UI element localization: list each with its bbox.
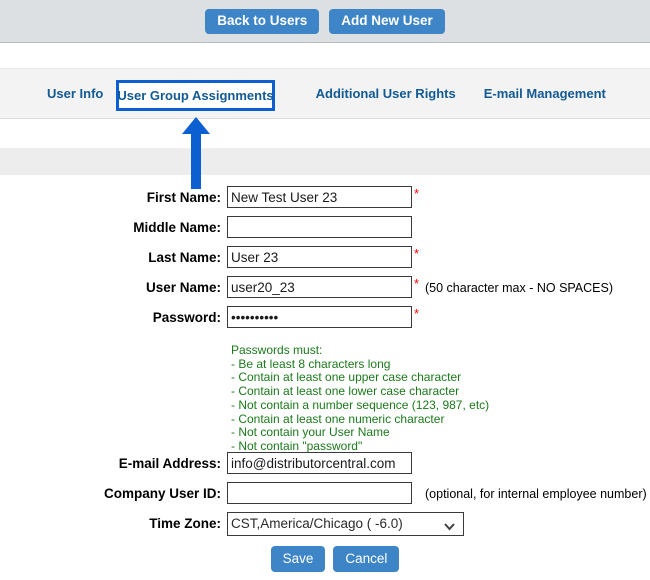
add-new-user-button[interactable]: Add New User	[329, 9, 445, 34]
user-name-input[interactable]	[227, 276, 412, 298]
middle-name-row: Middle Name:	[0, 216, 650, 246]
user-name-label: User Name:	[145, 280, 221, 295]
back-to-users-button[interactable]: Back to Users	[205, 9, 320, 34]
company-user-id-input[interactable]	[227, 482, 412, 504]
time-zone-label: Time Zone:	[149, 516, 221, 531]
tab-user-group-assignments-highlight[interactable]: User Group Assignments	[116, 80, 275, 111]
save-button[interactable]: Save	[270, 546, 326, 572]
password-rule-item: - Not contain a number sequence (123, 98…	[231, 397, 490, 412]
first-name-row: First Name: *	[0, 186, 650, 216]
password-rules-heading: Passwords must:	[231, 343, 323, 357]
last-name-required-marker: *	[414, 246, 420, 261]
time-zone-row: Time Zone: CST,America/Chicago ( -6.0)	[0, 512, 650, 542]
tab-additional-user-rights[interactable]: Additional User Rights	[302, 84, 470, 104]
email-address-label: E-mail Address:	[118, 456, 221, 471]
form-action-buttons: Save Cancel	[0, 546, 650, 572]
email-address-row: E-mail Address:	[0, 452, 650, 482]
user-form-upper: First Name: * Middle Name: Last Name: * …	[0, 186, 650, 336]
time-zone-select-wrapper: CST,America/Chicago ( -6.0)	[227, 512, 464, 536]
password-rules-text: Passwords must: - Be at least 8 characte…	[231, 343, 490, 454]
email-address-input[interactable]	[227, 452, 412, 474]
last-name-row: Last Name: *	[0, 246, 650, 276]
middle-name-label: Middle Name:	[133, 220, 221, 235]
password-rule-item: - Be at least 8 characters long	[231, 356, 391, 371]
password-input[interactable]	[227, 306, 412, 328]
last-name-label: Last Name:	[148, 250, 221, 265]
password-rule-item: - Contain at least one upper case charac…	[231, 370, 462, 385]
password-row: Password: *	[0, 306, 650, 336]
tab-email-management[interactable]: E-mail Management	[470, 84, 620, 104]
time-zone-select[interactable]: CST,America/Chicago ( -6.0)	[227, 512, 464, 536]
company-user-id-hint: (optional, for internal employee number)	[425, 487, 647, 501]
user-name-required-marker: *	[414, 276, 420, 291]
password-required-marker: *	[414, 306, 420, 321]
tab-user-info[interactable]: User Info	[47, 84, 117, 104]
user-name-hint: (50 character max - NO SPACES)	[425, 281, 614, 295]
password-rule-item: - Contain at least one lower case charac…	[231, 384, 460, 399]
user-name-row: User Name: * (50 character max - NO SPAC…	[0, 276, 650, 306]
tab-user-group-assignments-label: User Group Assignments	[117, 88, 274, 103]
top-button-group: Back to Users Add New User	[0, 9, 650, 34]
password-rule-item: - Not contain your User Name	[231, 425, 390, 440]
tab-bar: User Info User Group Assignments Additio…	[0, 68, 650, 119]
middle-name-input[interactable]	[227, 216, 412, 238]
first-name-required-marker: *	[414, 186, 420, 201]
company-user-id-label: Company User ID:	[103, 486, 221, 501]
password-rule-item: - Contain at least one numeric character	[231, 411, 445, 426]
cancel-button[interactable]: Cancel	[333, 546, 400, 572]
company-user-id-row: Company User ID: (optional, for internal…	[0, 482, 650, 512]
password-label: Password:	[152, 310, 221, 325]
first-name-input[interactable]	[227, 186, 412, 208]
last-name-input[interactable]	[227, 246, 412, 268]
up-arrow-annotation	[180, 116, 214, 190]
user-form-lower: E-mail Address: Company User ID: (option…	[0, 452, 650, 542]
section-separator-band	[0, 148, 650, 175]
